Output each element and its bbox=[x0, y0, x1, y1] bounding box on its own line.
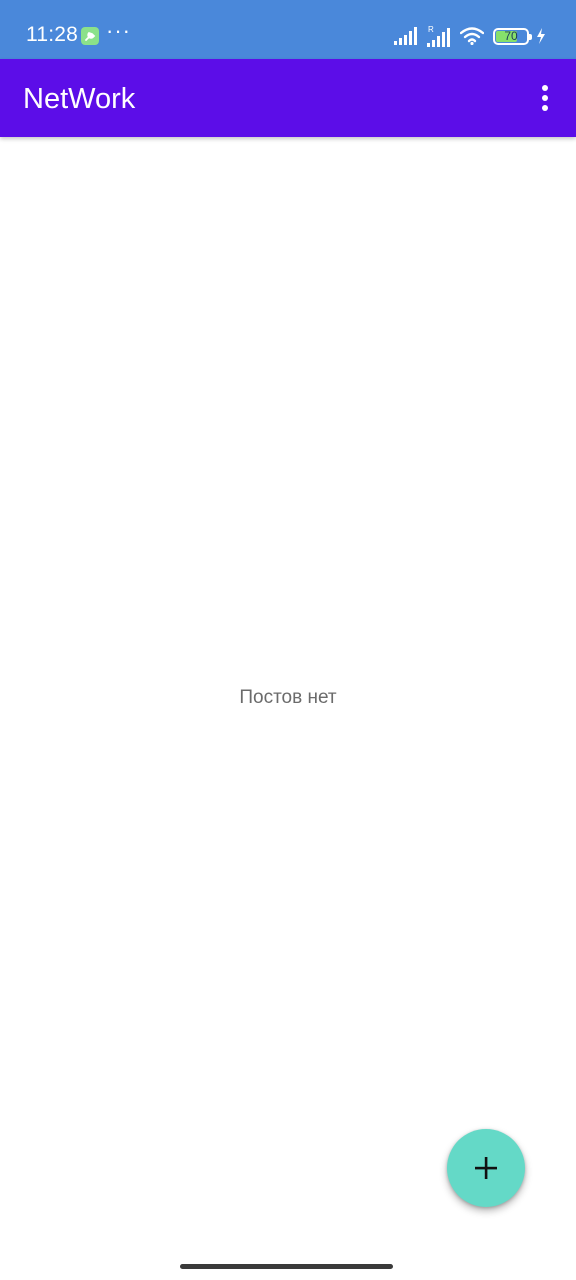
status-icons: R 70 bbox=[394, 24, 546, 48]
charging-bolt-icon bbox=[537, 28, 545, 44]
plus-icon bbox=[475, 1157, 497, 1179]
overflow-dot bbox=[542, 85, 548, 91]
screen: 11:28 ··· R 70 NetWork Постов нет bbox=[0, 0, 576, 1280]
battery-icon: 70 bbox=[493, 27, 532, 45]
add-post-button[interactable] bbox=[447, 1129, 525, 1207]
overflow-dot bbox=[542, 95, 548, 101]
overflow-dot bbox=[542, 105, 548, 111]
app-notification-icon bbox=[81, 27, 99, 45]
app-bar: NetWork bbox=[0, 59, 576, 137]
wifi-icon bbox=[460, 27, 484, 45]
app-title: NetWork bbox=[23, 83, 136, 115]
cell-signal-roaming-icon: R bbox=[427, 25, 450, 47]
cell-signal-icon bbox=[394, 27, 417, 45]
home-indicator[interactable] bbox=[180, 1264, 393, 1269]
more-notifications-icon: ··· bbox=[106, 18, 131, 43]
status-time: 11:28 bbox=[26, 23, 78, 46]
roaming-label: R bbox=[428, 25, 434, 34]
empty-posts-message: Постов нет bbox=[239, 687, 337, 708]
status-bar: 11:28 ··· R 70 bbox=[0, 0, 576, 59]
more-vert-icon[interactable] bbox=[528, 76, 562, 120]
battery-nub bbox=[529, 33, 532, 40]
battery-percent: 70 bbox=[504, 28, 518, 43]
